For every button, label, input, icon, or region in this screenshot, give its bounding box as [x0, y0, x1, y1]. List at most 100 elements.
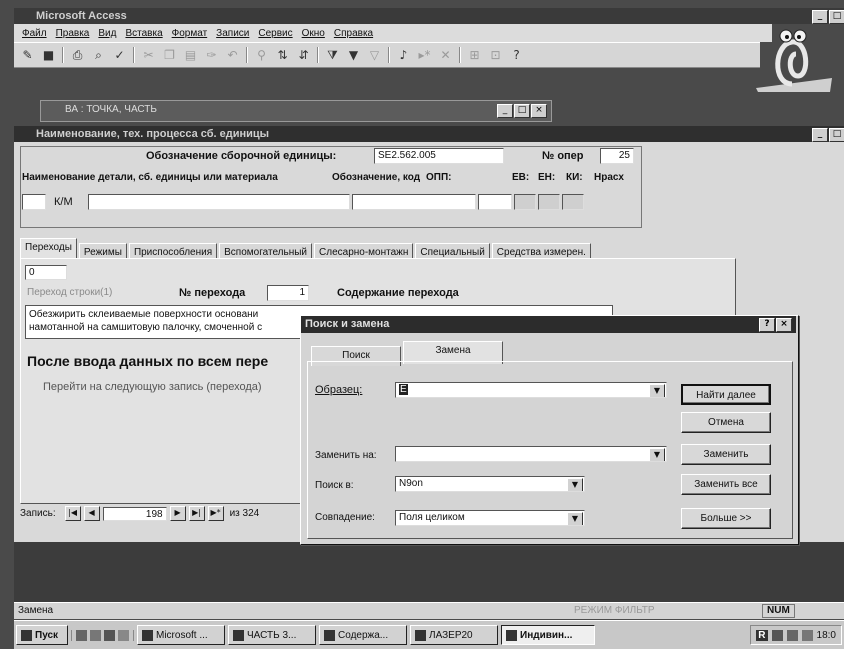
- first-record-icon[interactable]: |◀: [64, 506, 81, 521]
- spelling-icon[interactable]: ✓: [112, 48, 127, 63]
- new-record-nav-icon[interactable]: ▶*: [207, 506, 224, 521]
- menu-window[interactable]: Окно: [302, 28, 325, 39]
- find-combo[interactable]: Е ▼: [395, 382, 667, 398]
- menu-help[interactable]: Справка: [334, 28, 373, 39]
- clock[interactable]: 18:0: [817, 630, 836, 641]
- ki-field[interactable]: [562, 194, 584, 210]
- taskbar-item[interactable]: ЛАЗЕР20: [410, 625, 498, 645]
- paperclip-assistant-icon: [756, 29, 832, 92]
- help-icon[interactable]: ?: [509, 48, 524, 63]
- menu-edit[interactable]: Правка: [56, 28, 90, 39]
- assembly-field[interactable]: SE2.562.005: [374, 148, 504, 164]
- minimize-icon[interactable]: _: [497, 104, 513, 118]
- mail-icon[interactable]: [104, 629, 115, 641]
- new-object-icon[interactable]: ⊡: [488, 48, 503, 63]
- browser-icon[interactable]: [90, 629, 101, 641]
- record-total: из 324: [229, 508, 260, 519]
- find-icon[interactable]: ♪: [396, 48, 411, 63]
- ev-field[interactable]: [514, 194, 536, 210]
- filter-form-icon[interactable]: ▼: [346, 48, 361, 63]
- zero-field[interactable]: 0: [25, 265, 67, 280]
- close-icon[interactable]: ×: [776, 318, 792, 332]
- after-input-heading: После ввода данных по всем пере: [27, 353, 269, 369]
- volume-icon[interactable]: [771, 629, 783, 641]
- match-label: Совпадение:: [315, 512, 375, 523]
- more-button[interactable]: Больше >>: [681, 508, 771, 529]
- menu-view[interactable]: Вид: [98, 28, 116, 39]
- menu-records[interactable]: Записи: [216, 28, 249, 39]
- lookin-combo[interactable]: N9on ▼: [395, 476, 585, 492]
- preview-icon[interactable]: ⌕: [91, 48, 106, 63]
- taskbar-item-active[interactable]: Индивин...: [501, 625, 595, 645]
- quick-launch: [71, 629, 134, 641]
- system-tray: R 18:0: [750, 625, 842, 645]
- print-icon[interactable]: ⎙: [70, 48, 85, 63]
- taskbar-item[interactable]: Содержа...: [319, 625, 407, 645]
- apply-filter-icon[interactable]: ▽: [367, 48, 382, 63]
- op-label: № опер: [542, 150, 584, 162]
- save-icon[interactable]: ■: [41, 48, 56, 63]
- replace-button[interactable]: Заменить: [681, 444, 771, 465]
- ev-header: ЕВ:: [512, 172, 530, 183]
- cancel-button[interactable]: Отмена: [681, 412, 771, 433]
- undo-icon[interactable]: ↶: [225, 48, 240, 63]
- office-assistant[interactable]: [752, 20, 836, 94]
- cut-icon[interactable]: ✂: [141, 48, 156, 63]
- op-field[interactable]: 25: [600, 148, 634, 164]
- taskbar-item[interactable]: ЧАСТЬ 3...: [228, 625, 316, 645]
- menu-format[interactable]: Формат: [172, 28, 208, 39]
- taskbar: Пуск Microsoft ... ЧАСТЬ 3... Содержа...…: [14, 620, 844, 649]
- network-icon[interactable]: [786, 629, 798, 641]
- new-record-icon[interactable]: ▸*: [417, 48, 432, 63]
- language-indicator[interactable]: R: [756, 629, 768, 641]
- find-label: Образец:: [315, 384, 363, 396]
- en-field[interactable]: [538, 194, 560, 210]
- prev-record-icon[interactable]: ◀: [83, 506, 100, 521]
- menu-tools[interactable]: Сервис: [258, 28, 292, 39]
- lookin-value: N9on: [399, 478, 423, 489]
- insert-hyperlink-icon[interactable]: ⚲: [254, 48, 269, 63]
- start-label: Пуск: [35, 629, 59, 641]
- detail-name-field[interactable]: [88, 194, 350, 210]
- menu-file[interactable]: Файл: [22, 28, 47, 39]
- opp-field[interactable]: [478, 194, 512, 210]
- transition-no-field[interactable]: 1: [267, 285, 309, 301]
- desktop-icon[interactable]: [76, 629, 87, 641]
- menu-insert[interactable]: Вставка: [125, 28, 162, 39]
- maximize-icon[interactable]: □: [829, 128, 844, 142]
- filter-selection-icon[interactable]: ⧩: [325, 48, 340, 63]
- transition-no-label: № перехода: [179, 287, 246, 299]
- taskbar-item[interactable]: Microsoft ...: [137, 625, 225, 645]
- next-record-icon[interactable]: ▶: [169, 506, 186, 521]
- database-window-icon[interactable]: ⊞: [467, 48, 482, 63]
- minimize-icon[interactable]: _: [812, 128, 828, 142]
- background-window[interactable]: ВА : ТОЧКА, ЧАСТЬ _ □ ×: [40, 100, 552, 122]
- delete-record-icon[interactable]: ✕: [438, 48, 453, 63]
- start-button[interactable]: Пуск: [16, 625, 68, 645]
- format-painter-icon[interactable]: ✑: [204, 48, 219, 63]
- replace-combo[interactable]: ▼: [395, 446, 667, 462]
- channels-icon[interactable]: [118, 629, 129, 641]
- copy-icon[interactable]: ❐: [162, 48, 177, 63]
- find-next-button[interactable]: Найти далее: [681, 384, 771, 405]
- sort-asc-icon[interactable]: ⇅: [275, 48, 290, 63]
- last-record-icon[interactable]: ▶|: [188, 506, 205, 521]
- antivirus-icon[interactable]: [801, 629, 813, 641]
- sort-desc-icon[interactable]: ⇵: [296, 48, 311, 63]
- record-number-field[interactable]: 198: [102, 506, 167, 521]
- paste-icon[interactable]: ▤: [183, 48, 198, 63]
- match-combo[interactable]: Поля целиком ▼: [395, 510, 585, 526]
- km-code-field[interactable]: [22, 194, 46, 210]
- replace-all-button[interactable]: Заменить все: [681, 474, 771, 495]
- help-icon[interactable]: ?: [759, 318, 775, 332]
- chevron-down-icon[interactable]: ▼: [649, 384, 665, 397]
- code-field[interactable]: [352, 194, 476, 210]
- chevron-down-icon[interactable]: ▼: [649, 448, 665, 461]
- close-icon[interactable]: ×: [531, 104, 547, 118]
- chevron-down-icon[interactable]: ▼: [567, 512, 583, 525]
- status-num: NUM: [762, 604, 795, 618]
- maximize-icon[interactable]: □: [514, 104, 530, 118]
- chevron-down-icon[interactable]: ▼: [567, 478, 583, 491]
- view-icon[interactable]: ✎: [20, 48, 35, 63]
- access-app-icon: [142, 629, 153, 641]
